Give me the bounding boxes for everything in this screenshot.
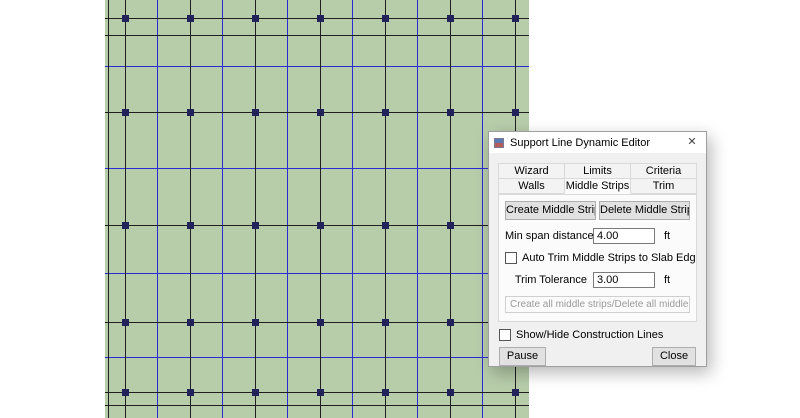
column-node[interactable] [382,15,389,22]
column-node[interactable] [447,222,454,229]
middle-strip-line-vertical[interactable] [482,0,483,418]
column-node[interactable] [187,389,194,396]
column-node[interactable] [317,319,324,326]
column-node[interactable] [317,389,324,396]
dialog-footer: Pause Close [499,347,696,366]
support-line-vertical[interactable] [255,0,256,418]
column-node[interactable] [317,15,324,22]
slab-region [105,0,529,418]
column-node[interactable] [382,109,389,116]
construction-lines-checkbox[interactable] [499,329,511,341]
column-node[interactable] [252,222,259,229]
support-line-vertical[interactable] [385,0,386,418]
dialog-title: Support Line Dynamic Editor [510,137,678,149]
tab-control: Wizard Limits Criteria Walls Middle Stri… [498,163,697,194]
column-node[interactable] [187,222,194,229]
column-node[interactable] [122,319,129,326]
min-span-row: Min span distance ft [505,228,690,244]
trim-tolerance-row: Trim Tolerance ft [505,272,690,288]
support-line-vertical[interactable] [450,0,451,418]
column-node[interactable] [512,389,519,396]
auto-trim-row: Auto Trim Middle Strips to Slab Edge [505,252,690,264]
support-line-vertical[interactable] [108,0,109,418]
middle-strips-panel: Create Middle Strips Delete Middle Strip… [498,194,697,322]
column-node[interactable] [447,389,454,396]
strips-hint-text: Create all middle strips/Delete all midd… [505,296,690,313]
column-node[interactable] [512,109,519,116]
tab-wizard[interactable]: Wizard [498,163,565,179]
tab-row-2: Walls Middle Strips Trim [498,179,697,194]
middle-strip-line-horizontal[interactable] [105,66,529,67]
trim-tolerance-unit: ft [664,274,670,286]
trim-tolerance-input[interactable] [593,272,655,288]
delete-middle-strips-button[interactable]: Delete Middle Strips [599,201,690,220]
min-span-input[interactable] [593,228,655,244]
tab-limits[interactable]: Limits [564,163,631,179]
min-span-unit: ft [664,230,670,242]
column-node[interactable] [447,109,454,116]
column-node[interactable] [512,15,519,22]
close-button[interactable]: Close [652,347,696,366]
auto-trim-checkbox[interactable] [505,252,517,264]
column-node[interactable] [317,222,324,229]
pause-button[interactable]: Pause [499,347,546,366]
close-icon[interactable]: ✕ [678,132,706,153]
app-icon [494,138,504,148]
column-node[interactable] [187,109,194,116]
min-span-label: Min span distance [505,230,593,242]
dialog-window: Support Line Dynamic Editor ✕ Wizard Lim… [488,131,707,367]
column-node[interactable] [382,319,389,326]
column-node[interactable] [122,109,129,116]
column-node[interactable] [252,389,259,396]
tab-criteria[interactable]: Criteria [630,163,697,179]
create-middle-strips-button[interactable]: Create Middle Strips [505,201,596,220]
column-node[interactable] [252,319,259,326]
column-node[interactable] [252,109,259,116]
column-node[interactable] [382,222,389,229]
middle-strip-line-vertical[interactable] [287,0,288,418]
strip-buttons-row: Create Middle Strips Delete Middle Strip… [505,201,690,220]
column-node[interactable] [122,389,129,396]
tab-middle-strips[interactable]: Middle Strips [564,178,631,194]
column-node[interactable] [447,319,454,326]
middle-strip-line-vertical[interactable] [222,0,223,418]
column-node[interactable] [382,389,389,396]
column-node[interactable] [187,319,194,326]
column-node[interactable] [447,15,454,22]
tab-trim[interactable]: Trim [630,178,697,194]
support-line-horizontal[interactable] [105,35,529,36]
support-line-vertical[interactable] [125,0,126,418]
middle-strip-line-horizontal[interactable] [105,168,529,169]
support-line-horizontal[interactable] [105,405,529,406]
middle-strip-line-horizontal[interactable] [105,357,529,358]
middle-strip-line-vertical[interactable] [157,0,158,418]
construction-lines-label: Show/Hide Construction Lines [516,329,663,341]
tab-row-1: Wizard Limits Criteria [498,163,697,179]
support-line-vertical[interactable] [190,0,191,418]
tab-walls[interactable]: Walls [498,178,565,194]
construction-lines-row: Show/Hide Construction Lines [499,329,696,341]
middle-strip-line-vertical[interactable] [417,0,418,418]
column-node[interactable] [122,222,129,229]
column-node[interactable] [187,15,194,22]
support-line-vertical[interactable] [320,0,321,418]
trim-tolerance-label: Trim Tolerance [505,274,593,286]
column-node[interactable] [122,15,129,22]
column-node[interactable] [252,15,259,22]
middle-strip-line-horizontal[interactable] [105,273,529,274]
middle-strip-line-vertical[interactable] [352,0,353,418]
column-node[interactable] [317,109,324,116]
dialog-titlebar[interactable]: Support Line Dynamic Editor ✕ [489,132,706,153]
auto-trim-label: Auto Trim Middle Strips to Slab Edge [522,252,697,264]
